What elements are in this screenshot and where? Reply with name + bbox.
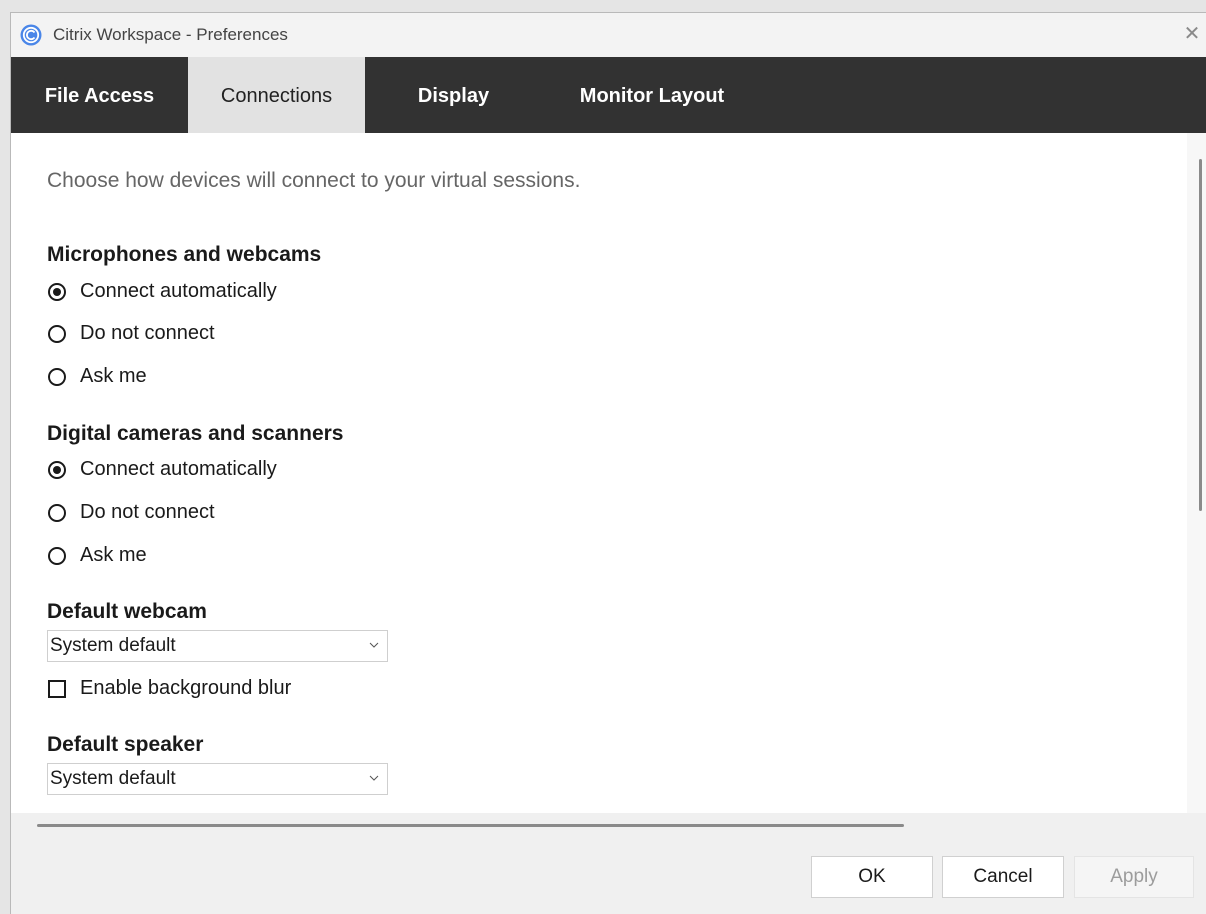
tab-monitor-layout[interactable]: Monitor Layout <box>542 57 762 133</box>
radio-label: Do not connect <box>80 501 215 523</box>
citrix-workspace-icon <box>20 24 42 46</box>
window-title: Citrix Workspace - Preferences <box>53 25 288 44</box>
default-speaker-heading: Default speaker <box>47 733 204 756</box>
intro-text: Choose how devices will connect to your … <box>47 169 581 192</box>
radio-label: Do not connect <box>80 322 215 344</box>
select-value: System default <box>50 635 176 656</box>
checkbox-indicator <box>48 680 66 698</box>
tab-label: Connections <box>220 85 333 107</box>
checkbox-label: Enable background blur <box>80 677 292 699</box>
radio-label: Connect automatically <box>80 458 277 480</box>
microphones-heading: Microphones and webcams <box>47 243 322 266</box>
radio-indicator <box>48 368 66 386</box>
vertical-scrollbar[interactable] <box>1187 133 1206 813</box>
radio-indicator <box>48 461 66 479</box>
vertical-scrollbar-thumb[interactable] <box>1199 159 1202 511</box>
radio-label: Ask me <box>80 544 147 566</box>
preferences-window: Citrix Workspace - Preferences ✕ File Ac… <box>10 12 1206 914</box>
radio-indicator <box>48 283 66 301</box>
radio-label: Ask me <box>80 365 147 387</box>
tab-display[interactable]: Display <box>365 57 542 133</box>
radio-indicator <box>48 547 66 565</box>
radio-label: Connect automatically <box>80 280 277 302</box>
tab-bar: File Access Connections Display Monitor … <box>11 57 1206 133</box>
chevron-down-icon <box>369 642 379 648</box>
ok-button[interactable]: OK <box>811 856 933 898</box>
apply-button[interactable]: Apply <box>1074 856 1194 898</box>
tab-label: Display <box>417 85 490 107</box>
chevron-down-icon <box>369 775 379 781</box>
horizontal-scrollbar-thumb[interactable] <box>37 824 904 827</box>
close-button[interactable]: ✕ <box>1180 21 1204 47</box>
radio-indicator <box>48 325 66 343</box>
connections-panel: Choose how devices will connect to your … <box>11 133 1187 813</box>
tab-label: Monitor Layout <box>579 85 725 107</box>
tab-label: File Access <box>44 85 155 107</box>
cancel-button[interactable]: Cancel <box>942 856 1064 898</box>
default-webcam-select[interactable]: System default <box>47 630 388 662</box>
tab-file-access[interactable]: File Access <box>11 57 188 133</box>
tab-connections[interactable]: Connections <box>188 57 365 133</box>
radio-indicator <box>48 504 66 522</box>
default-webcam-heading: Default webcam <box>47 600 207 623</box>
cameras-heading: Digital cameras and scanners <box>47 422 344 445</box>
default-speaker-select[interactable]: System default <box>47 763 388 795</box>
title-bar: Citrix Workspace - Preferences ✕ <box>11 13 1206 57</box>
select-value: System default <box>50 768 176 789</box>
close-icon: ✕ <box>1183 23 1201 45</box>
